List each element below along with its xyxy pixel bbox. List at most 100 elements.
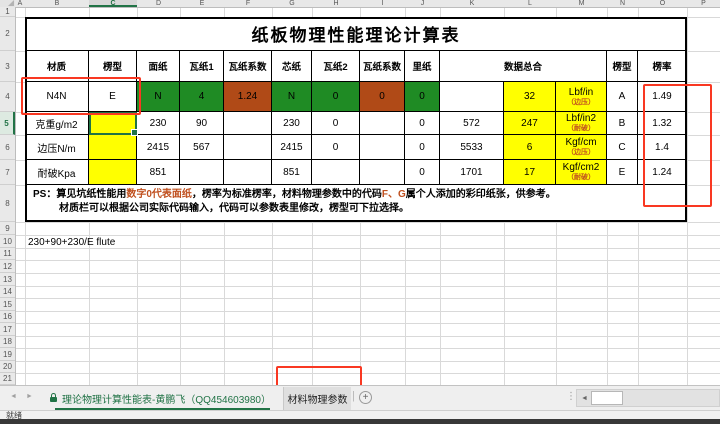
- cell-H3[interactable]: 瓦纸2: [312, 51, 360, 82]
- column-header-a[interactable]: A: [15, 0, 25, 7]
- cell-L7[interactable]: 17: [504, 160, 556, 185]
- cell-E3[interactable]: 瓦纸1: [180, 51, 224, 82]
- cell-D6[interactable]: 2415: [137, 135, 180, 160]
- row-header-11[interactable]: 11: [0, 248, 15, 260]
- row-header-6[interactable]: 6: [0, 135, 15, 160]
- cell-E6[interactable]: 567: [180, 135, 224, 160]
- cell-G3[interactable]: 芯纸: [272, 51, 312, 82]
- cell-D7[interactable]: 851: [137, 160, 180, 185]
- cell-G5[interactable]: 230: [272, 112, 312, 135]
- cell-K4[interactable]: [440, 82, 504, 112]
- cell-F7[interactable]: [224, 160, 272, 185]
- cell-F3[interactable]: 瓦纸系数: [224, 51, 272, 82]
- cell-G7[interactable]: 851: [272, 160, 312, 185]
- cell-D3[interactable]: 面纸: [137, 51, 180, 82]
- cell-K3-M3[interactable]: 数据总合: [440, 51, 607, 82]
- cell-H5[interactable]: 0: [312, 112, 360, 135]
- row-header-19[interactable]: 19: [0, 348, 15, 361]
- row-header-12[interactable]: 12: [0, 260, 15, 273]
- cell-C6[interactable]: [89, 135, 137, 160]
- cell-B5[interactable]: 克重g/m2: [25, 112, 89, 135]
- row-header-21[interactable]: 21: [0, 373, 15, 385]
- row-header-16[interactable]: 16: [0, 311, 15, 323]
- cell-H7[interactable]: [312, 160, 360, 185]
- cell-M4[interactable]: Lbf/in （边压）: [556, 82, 607, 112]
- cell-K7[interactable]: 1701: [440, 160, 504, 185]
- cell-N5[interactable]: B: [607, 112, 638, 135]
- cell-K6[interactable]: 5533: [440, 135, 504, 160]
- row-header-15[interactable]: 15: [0, 298, 15, 311]
- column-header-d[interactable]: D: [137, 0, 180, 7]
- cell-J7[interactable]: 0: [405, 160, 440, 185]
- column-header-l[interactable]: L: [504, 0, 556, 7]
- cell-B6[interactable]: 边压N/m: [25, 135, 89, 160]
- cell-C7[interactable]: [89, 160, 137, 185]
- cell-E4[interactable]: 4: [180, 82, 224, 112]
- row-header-4[interactable]: 4: [0, 82, 15, 112]
- ps-note-cell[interactable]: PS：算见坑纸性能用数字0代表面纸，楞率为标准楞率，材料物理参数中的代码F、G属…: [25, 185, 687, 222]
- row-header-2[interactable]: 2: [0, 17, 15, 51]
- cell-B10[interactable]: 230+90+230/E flute: [28, 237, 115, 248]
- column-header-c[interactable]: C: [89, 0, 137, 7]
- cell-I4[interactable]: 0: [360, 82, 405, 112]
- cell-N3[interactable]: 楞型: [607, 51, 638, 82]
- cell-I3[interactable]: 瓦纸系数: [360, 51, 405, 82]
- cell-I7[interactable]: [360, 160, 405, 185]
- row-header-17[interactable]: 17: [0, 323, 15, 336]
- cell-M7[interactable]: Kgf/cm2 （耐破）: [556, 160, 607, 185]
- cell-F4[interactable]: 1.24: [224, 82, 272, 112]
- cell-M6[interactable]: Kgf/cm （边压）: [556, 135, 607, 160]
- cell-N4[interactable]: A: [607, 82, 638, 112]
- cell-H4[interactable]: 0: [312, 82, 360, 112]
- column-header-n[interactable]: N: [607, 0, 638, 7]
- column-header-f[interactable]: F: [224, 0, 272, 7]
- cell-L5[interactable]: 247: [504, 112, 556, 135]
- add-sheet-button[interactable]: +: [359, 391, 372, 404]
- cell-N7[interactable]: E: [607, 160, 638, 185]
- fill-handle[interactable]: [131, 129, 138, 136]
- row-header-13[interactable]: 13: [0, 273, 15, 286]
- row-header-5[interactable]: 5: [0, 112, 15, 135]
- row-header-10[interactable]: 10: [0, 235, 15, 248]
- row-header-3[interactable]: 3: [0, 51, 15, 82]
- row-header-8[interactable]: 8: [0, 185, 15, 222]
- row-header-20[interactable]: 20: [0, 361, 15, 373]
- cell-I5[interactable]: [360, 112, 405, 135]
- cell-I6[interactable]: [360, 135, 405, 160]
- column-header-p[interactable]: P: [687, 0, 720, 7]
- cell-J4[interactable]: 0: [405, 82, 440, 112]
- horizontal-scrollbar[interactable]: ◄: [576, 389, 720, 407]
- column-header-e[interactable]: E: [180, 0, 224, 7]
- cell-M5[interactable]: Lbf/in2 （耐破）: [556, 112, 607, 135]
- cell-E7[interactable]: [180, 160, 224, 185]
- cell-G6[interactable]: 2415: [272, 135, 312, 160]
- scrollbar-left-icon[interactable]: ◄: [581, 395, 588, 402]
- row-header-1[interactable]: 1: [0, 7, 15, 17]
- scrollbar-thumb[interactable]: [591, 391, 623, 405]
- cell-O3[interactable]: 楞率: [638, 51, 687, 82]
- cell-D4[interactable]: N: [137, 82, 180, 112]
- column-header-k[interactable]: K: [440, 0, 504, 7]
- cell-J3[interactable]: 里纸: [405, 51, 440, 82]
- cell-N6[interactable]: C: [607, 135, 638, 160]
- cell-F5[interactable]: [224, 112, 272, 135]
- sheet-scroll-left-icon[interactable]: ◄: [10, 393, 17, 400]
- cell-G4[interactable]: N: [272, 82, 312, 112]
- column-header-i[interactable]: I: [360, 0, 405, 7]
- cell-K5[interactable]: 572: [440, 112, 504, 135]
- cell-H6[interactable]: 0: [312, 135, 360, 160]
- row-header-7[interactable]: 7: [0, 160, 15, 185]
- select-all-corner[interactable]: [0, 0, 15, 7]
- column-header-g[interactable]: G: [272, 0, 312, 7]
- column-header-o[interactable]: O: [638, 0, 687, 7]
- cell-B7[interactable]: 耐破Kpa: [25, 160, 89, 185]
- row-header-9[interactable]: 9: [0, 222, 15, 235]
- column-header-h[interactable]: H: [312, 0, 360, 7]
- selected-cell-outline[interactable]: [89, 112, 137, 135]
- tab-material-params[interactable]: 材料物理参数: [283, 387, 351, 410]
- column-header-b[interactable]: B: [25, 0, 89, 7]
- column-header-m[interactable]: M: [556, 0, 607, 7]
- sheet-scroll-right-icon[interactable]: ►: [26, 393, 33, 400]
- cell-J6[interactable]: 0: [405, 135, 440, 160]
- row-header-14[interactable]: 14: [0, 286, 15, 298]
